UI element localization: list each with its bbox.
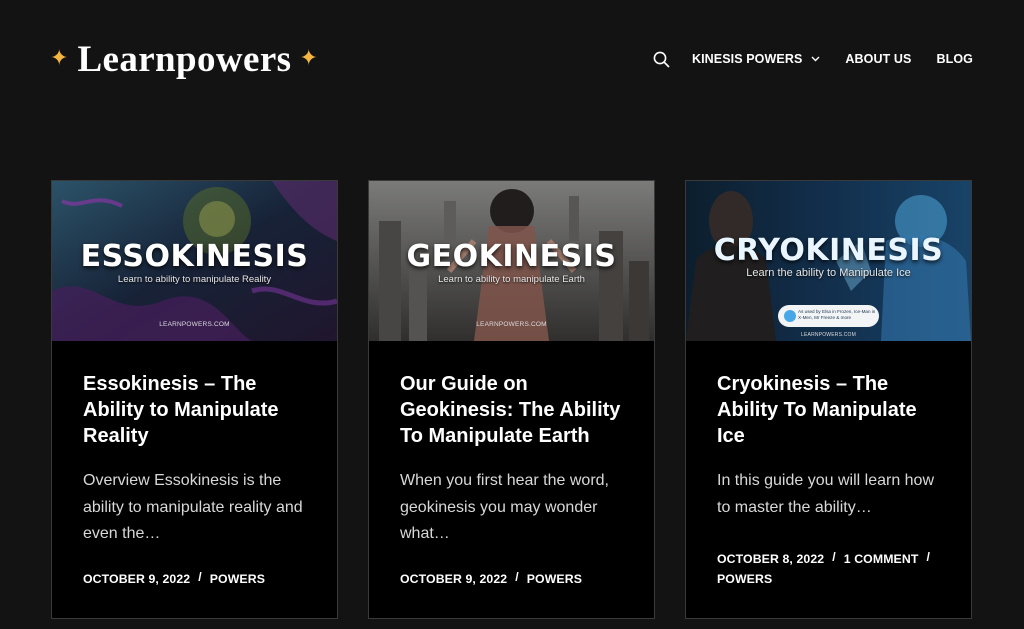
post-title[interactable]: Our Guide on Geokinesis: The Ability To … [400, 371, 624, 449]
post-thumbnail[interactable]: GEOKINESIS Learn to ability to manipulat… [369, 181, 654, 341]
post-thumbnail[interactable]: ESSOKINESIS Learn to ability to manipula… [52, 181, 337, 341]
meta-separator: / [926, 550, 930, 564]
post-category[interactable]: POWERS [527, 572, 582, 586]
site-header: ✦ Learnpowers ✦ KINESIS POWERS ABOUT US … [0, 0, 1024, 120]
post-title[interactable]: Cryokinesis – The Ability To Manipulate … [717, 371, 941, 449]
thumbnail-title: ESSOKINESIS [80, 239, 309, 274]
thumbnail-subtitle: Learn to ability to manipulate Reality [117, 274, 272, 285]
site-brand-name: Learnpowers [77, 38, 292, 80]
thumbnail-subtitle: Learn to ability to manipulate Earth [438, 274, 585, 285]
post-category[interactable]: POWERS [210, 572, 265, 586]
star-left-icon: ✦ [50, 46, 69, 71]
main-nav: KINESIS POWERS ABOUT US BLOG [653, 48, 973, 70]
nav-item-blog[interactable]: BLOG [936, 52, 973, 66]
nav-item-label: KINESIS POWERS [691, 52, 803, 66]
post-excerpt: When you first hear the word, geokinesis… [400, 472, 609, 542]
post-meta: OCTOBER 8, 2022 / 1 COMMENT / POWERS [717, 549, 941, 589]
chevron-down-icon[interactable] [810, 54, 820, 64]
post-category[interactable]: POWERS [717, 572, 772, 586]
thumbnail-title: GEOKINESIS [406, 239, 617, 274]
post-meta: OCTOBER 9, 2022 / POWERS [400, 569, 624, 589]
post-excerpt: In this guide you will learn how to mast… [717, 472, 935, 516]
thumbnail-subtitle: Learn the ability to Manipulate Ice [746, 267, 911, 279]
thumbnail-site: LEARNPOWERS.COM [159, 321, 230, 328]
post-card-cryokinesis[interactable]: CRYOKINESIS Learn the ability to Manipul… [685, 180, 972, 619]
thumbnail-site: LEARNPOWERS.COM [476, 321, 547, 328]
meta-separator: / [515, 569, 519, 584]
search-icon[interactable] [653, 50, 671, 68]
thumbnail-badge-text: As used by Elsa in Frozen, Ice-Man in X-… [798, 309, 876, 320]
nav-item-kinesis-powers[interactable]: KINESIS POWERS [692, 52, 820, 66]
post-meta: OCTOBER 9, 2022 / POWERS [83, 569, 307, 589]
post-excerpt: Overview Essokinesis is the ability to m… [83, 472, 303, 542]
thumbnail-site: LEARNPOWERS.COM [801, 332, 856, 338]
star-right-icon: ✦ [299, 46, 318, 71]
post-comments-link[interactable]: 1 COMMENT [844, 552, 919, 566]
post-date: OCTOBER 9, 2022 [400, 571, 508, 586]
post-date: OCTOBER 9, 2022 [83, 571, 191, 586]
post-date: OCTOBER 8, 2022 [717, 552, 825, 566]
thumbnail-title: CRYOKINESIS [713, 233, 944, 268]
post-card-geokinesis[interactable]: GEOKINESIS Learn to ability to manipulat… [368, 180, 655, 619]
post-grid: ESSOKINESIS Learn to ability to manipula… [51, 180, 973, 619]
meta-separator: / [832, 550, 836, 564]
site-logo[interactable]: ✦ Learnpowers ✦ [50, 34, 318, 84]
meta-separator: / [198, 569, 202, 584]
post-card-essokinesis[interactable]: ESSOKINESIS Learn to ability to manipula… [51, 180, 338, 619]
post-title[interactable]: Essokinesis – The Ability to Manipulate … [83, 371, 307, 449]
post-thumbnail[interactable]: CRYOKINESIS Learn the ability to Manipul… [686, 181, 971, 341]
nav-item-about-us[interactable]: ABOUT US [845, 52, 911, 66]
